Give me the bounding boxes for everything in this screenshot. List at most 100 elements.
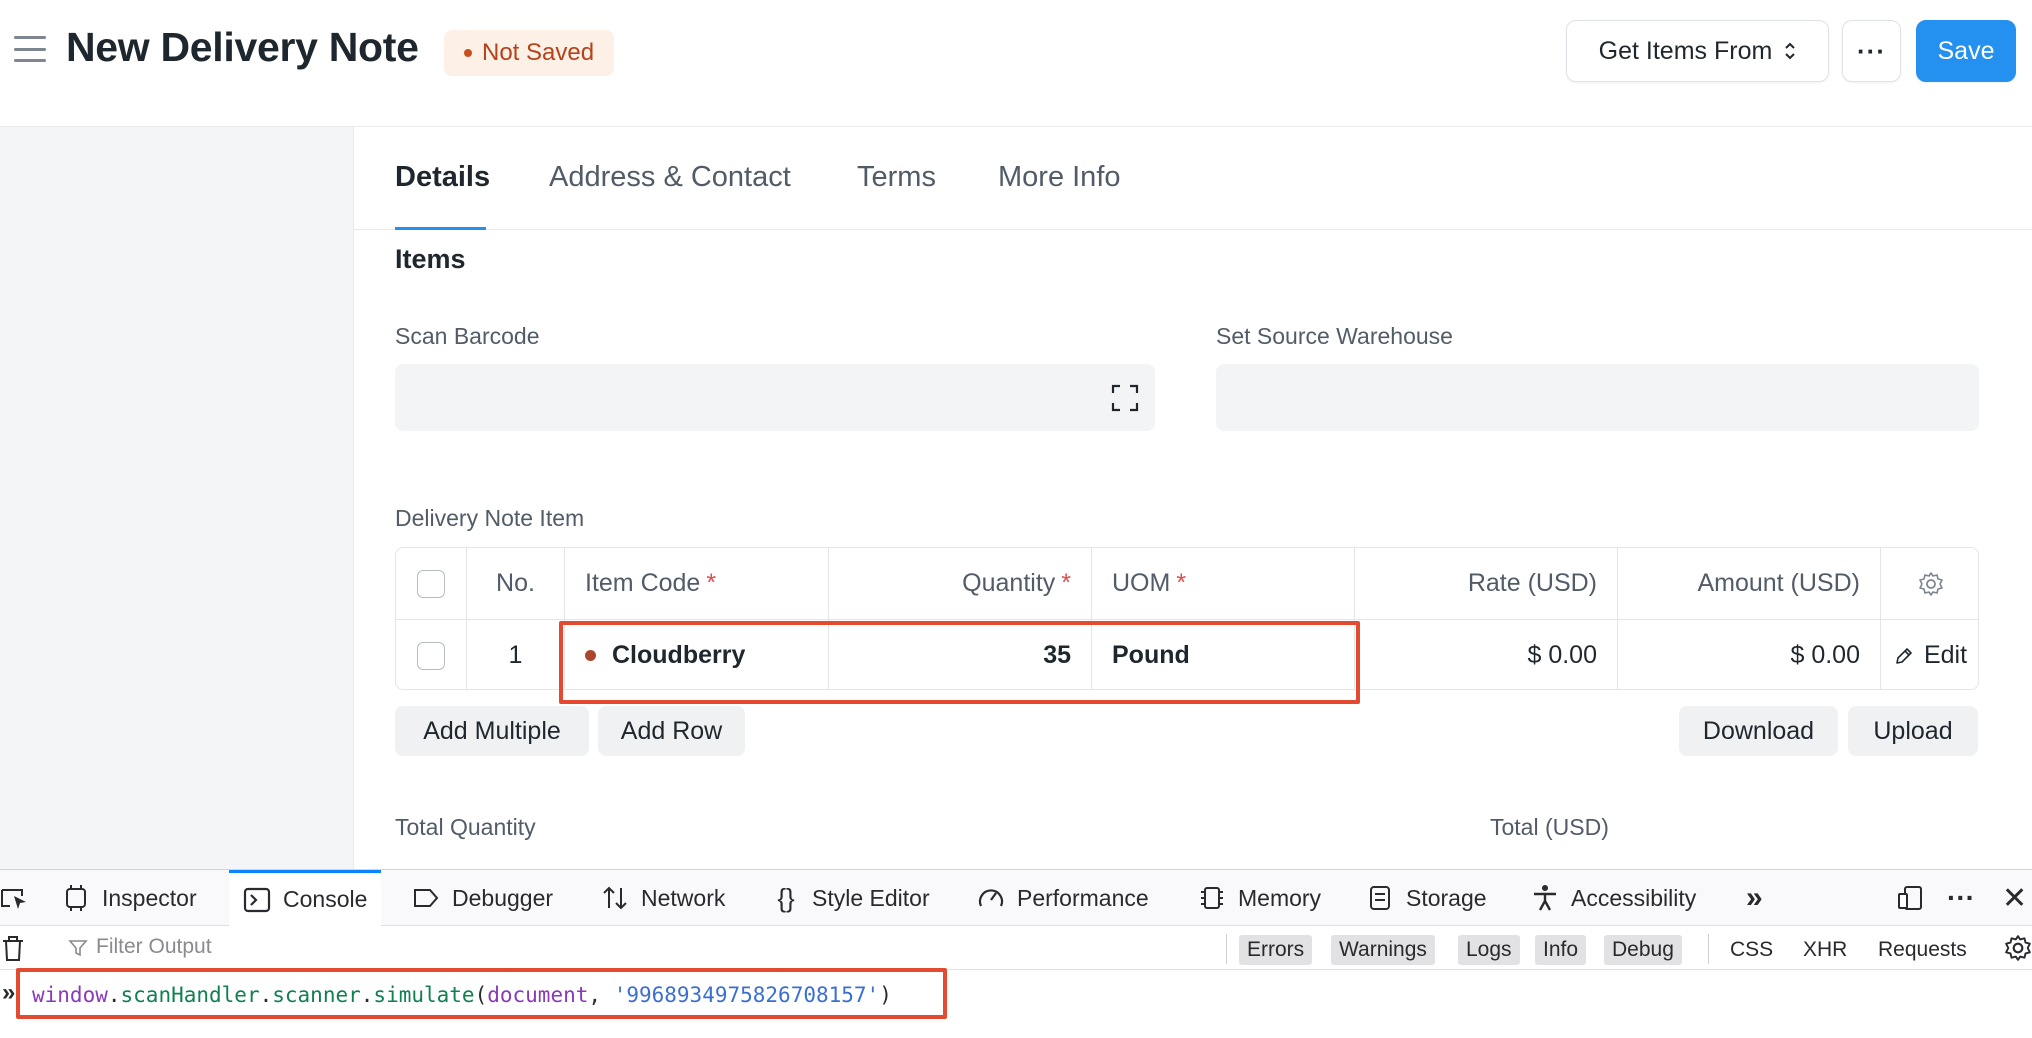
row-quantity[interactable]: 35 [829, 620, 1092, 689]
item-code-value: Cloudberry [612, 641, 746, 669]
upload-button[interactable]: Upload [1848, 706, 1978, 756]
table-row[interactable]: 1 Cloudberry 35 Pound $ 0.00 $ 0.00 Edit [396, 620, 1978, 689]
devtools-tab-performance-label: Performance [1017, 884, 1149, 911]
row-item-code[interactable]: Cloudberry [565, 620, 829, 689]
total-usd-label: Total (USD) [1490, 814, 1609, 840]
gear-icon[interactable] [1918, 571, 1944, 597]
row-rate[interactable]: $ 0.00 [1355, 620, 1618, 689]
devtools-tab-debugger[interactable]: Debugger [412, 870, 553, 926]
inspector-icon [66, 885, 86, 911]
filter-debug-button[interactable]: Debug [1604, 935, 1682, 965]
row-no: 1 [467, 620, 565, 689]
download-button[interactable]: Download [1679, 706, 1838, 756]
devtools-tab-debugger-label: Debugger [452, 884, 554, 911]
element-picker-button[interactable] [0, 870, 28, 926]
save-button[interactable]: Save [1916, 20, 2016, 82]
devtools-tab-console-label: Console [283, 886, 368, 912]
trash-icon[interactable] [0, 934, 26, 962]
devtools-tab-network[interactable]: Network [601, 870, 725, 926]
edit-row-label: Edit [1923, 641, 1968, 669]
col-header-uom-text: UOM [1112, 569, 1171, 597]
more-actions-button[interactable]: ··· [1842, 20, 1901, 82]
tab-address-contact[interactable]: Address & Contact [549, 161, 791, 194]
console-input-line[interactable]: window.scanHandler.scanner.simulate(docu… [32, 983, 892, 1007]
select-all-checkbox[interactable] [417, 569, 445, 598]
required-mark: * [1061, 569, 1071, 597]
col-header-item-code-text: Item Code [585, 569, 701, 597]
devtools-tab-performance[interactable]: Performance [977, 870, 1149, 926]
page-body: Details Address & Contact Terms More Inf… [0, 127, 2032, 869]
devtools-tab-accessibility[interactable]: Accessibility [1531, 870, 1696, 926]
filter-divider [1708, 934, 1709, 964]
devtools-tab-storage[interactable]: Storage [1366, 870, 1487, 926]
devtools-tab-inspector-label: Inspector [102, 884, 197, 911]
devtools-toolbar: Inspector Console Debugger Network {} St… [0, 870, 2032, 926]
performance-icon [978, 889, 1004, 907]
col-header-quantity: Quantity * [829, 548, 1092, 619]
add-multiple-button[interactable]: Add Multiple [395, 706, 589, 756]
tab-terms[interactable]: Terms [857, 161, 936, 194]
filter-xhr-button[interactable]: XHR [1795, 935, 1855, 965]
console-settings-gear-icon[interactable] [2004, 934, 2032, 962]
grid-header-checkbox-cell [396, 548, 467, 619]
get-items-from-button[interactable]: Get Items From [1566, 20, 1829, 82]
scan-barcode-input[interactable] [395, 364, 1155, 431]
form-card: Details Address & Contact Terms More Inf… [353, 127, 2032, 869]
set-source-warehouse-input[interactable] [1216, 364, 1979, 431]
grid-header-row: No. Item Code * Quantity * UOM * Rate (USD)… [396, 548, 1978, 620]
devtools-menu-icon[interactable]: ··· [1947, 870, 1975, 926]
accessibility-icon [1534, 885, 1556, 911]
col-header-item-code: Item Code * [565, 548, 829, 619]
get-items-from-label: Get Items From [1598, 36, 1773, 65]
status-text: Not Saved [482, 39, 595, 66]
active-tab-indicator [395, 227, 486, 230]
devtools-tab-inspector[interactable]: Inspector [62, 870, 197, 926]
element-picker-icon [1, 889, 26, 909]
tab-details[interactable]: Details [395, 161, 490, 194]
code-window: window [32, 983, 108, 1007]
console-prompt-icon: » [2, 979, 16, 1006]
items-grid: No. Item Code * Quantity * UOM * Rate (USD)… [395, 547, 1979, 690]
more-tools-chevron-icon[interactable]: » [1746, 870, 1763, 926]
devtools-tab-console[interactable]: Console [229, 870, 382, 926]
close-devtools-icon[interactable]: ✕ [2002, 870, 2027, 926]
debugger-icon [414, 889, 439, 907]
storage-icon [1370, 886, 1390, 910]
devtools-tab-accessibility-label: Accessibility [1571, 884, 1697, 911]
scan-barcode-icon[interactable] [1111, 384, 1139, 412]
row-checkbox-cell [396, 620, 467, 689]
filter-icon [68, 940, 88, 957]
console-filter-bar: Filter Output Errors Warnings Logs Info … [0, 926, 2032, 970]
grid-settings-cell [1881, 548, 1978, 619]
page-title: New Delivery Note [66, 24, 419, 70]
filter-info-button[interactable]: Info [1535, 935, 1587, 965]
select-arrows-icon [1785, 42, 1796, 60]
devtools-tab-style-editor[interactable]: {} Style Editor [772, 870, 930, 926]
col-header-quantity-text: Quantity [962, 569, 1056, 597]
row-amount: $ 0.00 [1618, 620, 1881, 689]
filter-logs-button[interactable]: Logs [1458, 935, 1520, 965]
row-uom[interactable]: Pound [1092, 620, 1355, 689]
code-simulate: simulate [373, 983, 475, 1007]
filter-requests-button[interactable]: Requests [1870, 935, 1975, 965]
set-source-warehouse-label: Set Source Warehouse [1216, 323, 1453, 349]
responsive-design-button[interactable] [1896, 870, 1924, 926]
devtools-tab-style-editor-label: Style Editor [812, 884, 930, 911]
col-header-rate: Rate (USD) [1355, 548, 1618, 619]
edit-row-button[interactable]: Edit [1894, 641, 1967, 670]
network-icon [603, 886, 627, 910]
tab-more-info[interactable]: More Info [998, 161, 1121, 194]
devtools-tab-network-label: Network [641, 884, 726, 911]
filter-errors-button[interactable]: Errors [1239, 935, 1313, 965]
code-scan-handler: scanHandler [120, 983, 260, 1007]
filter-output-input[interactable]: Filter Output [96, 935, 212, 959]
sidebar-toggle-icon[interactable] [14, 36, 46, 62]
devtools-tab-memory[interactable]: Memory [1198, 870, 1321, 926]
row-checkbox[interactable] [417, 641, 445, 670]
devtools-tab-storage-label: Storage [1406, 884, 1487, 911]
code-document-arg: document [487, 983, 589, 1007]
add-row-button[interactable]: Add Row [598, 706, 745, 756]
filter-warnings-button[interactable]: Warnings [1331, 935, 1435, 965]
filter-css-button[interactable]: CSS [1722, 935, 1781, 965]
braces-icon: {} [777, 882, 795, 913]
